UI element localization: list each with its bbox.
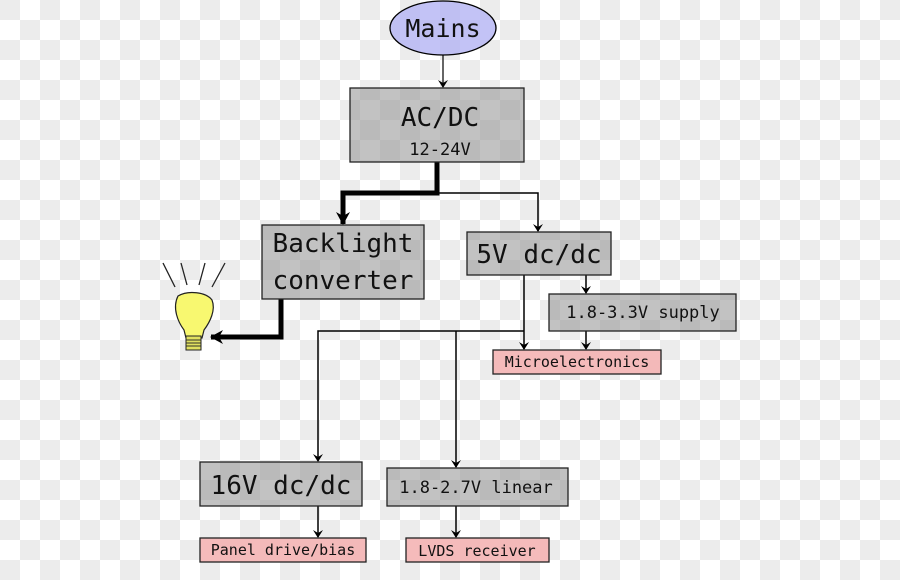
node-acdc: AC/DC 12-24V (349, 87, 525, 163)
power-diagram: Mains AC/DC 12-24V Backlight converter 5… (0, 0, 900, 580)
node-panel-drive: Panel drive/bias (199, 537, 367, 563)
node-linear: 1.8-2.7V linear (386, 467, 569, 507)
node-mains: Mains (389, 0, 497, 56)
node-backlight-converter: Backlight converter (261, 224, 425, 300)
dcdc5v-label: 5V dc/dc (476, 240, 601, 270)
micro-label: Microelectronics (505, 353, 650, 371)
node-16v-dcdc: 16V dc/dc (199, 461, 363, 507)
node-supply: 1.8-3.3V supply (548, 293, 737, 332)
supply-label: 1.8-3.3V supply (566, 303, 720, 323)
node-lvds-receiver: LVDS receiver (405, 537, 550, 563)
dcdc16v-label: 16V dc/dc (211, 471, 352, 501)
backlight-line1: Backlight (273, 229, 414, 259)
lvds-label: LVDS receiver (418, 542, 535, 560)
backlight-line2: converter (273, 266, 414, 296)
mains-label: Mains (405, 14, 480, 43)
linear-label: 1.8-2.7V linear (399, 478, 553, 498)
node-microelectronics: Microelectronics (492, 349, 662, 375)
acdc-title: AC/DC (401, 103, 479, 133)
acdc-subtitle: 12-24V (409, 140, 470, 160)
node-5v-dcdc: 5V dc/dc (466, 231, 612, 276)
panel-label: Panel drive/bias (211, 541, 356, 559)
